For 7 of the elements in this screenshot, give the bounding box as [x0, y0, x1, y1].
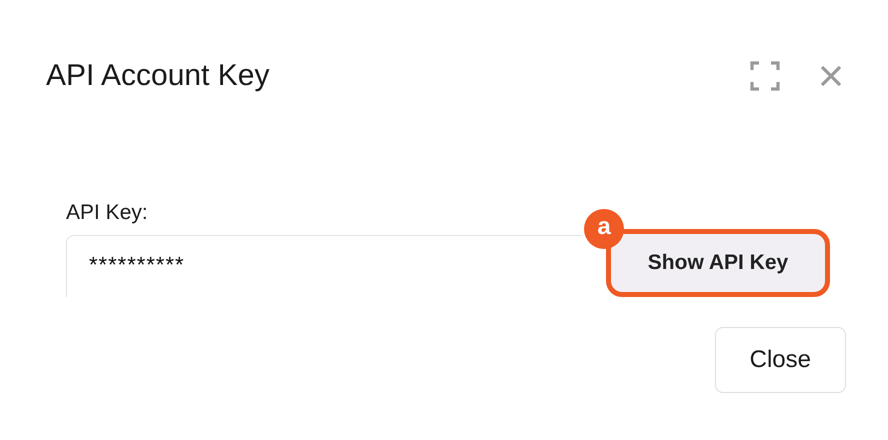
close-icon[interactable] [820, 65, 842, 87]
maximize-icon[interactable] [750, 61, 780, 91]
dialog-title: API Account Key [46, 58, 270, 94]
input-field[interactable]: ********** [66, 234, 582, 296]
annotation-marker: a [584, 208, 624, 248]
close-button[interactable]: Close [714, 326, 846, 392]
field-label: API Key: [66, 200, 148, 226]
